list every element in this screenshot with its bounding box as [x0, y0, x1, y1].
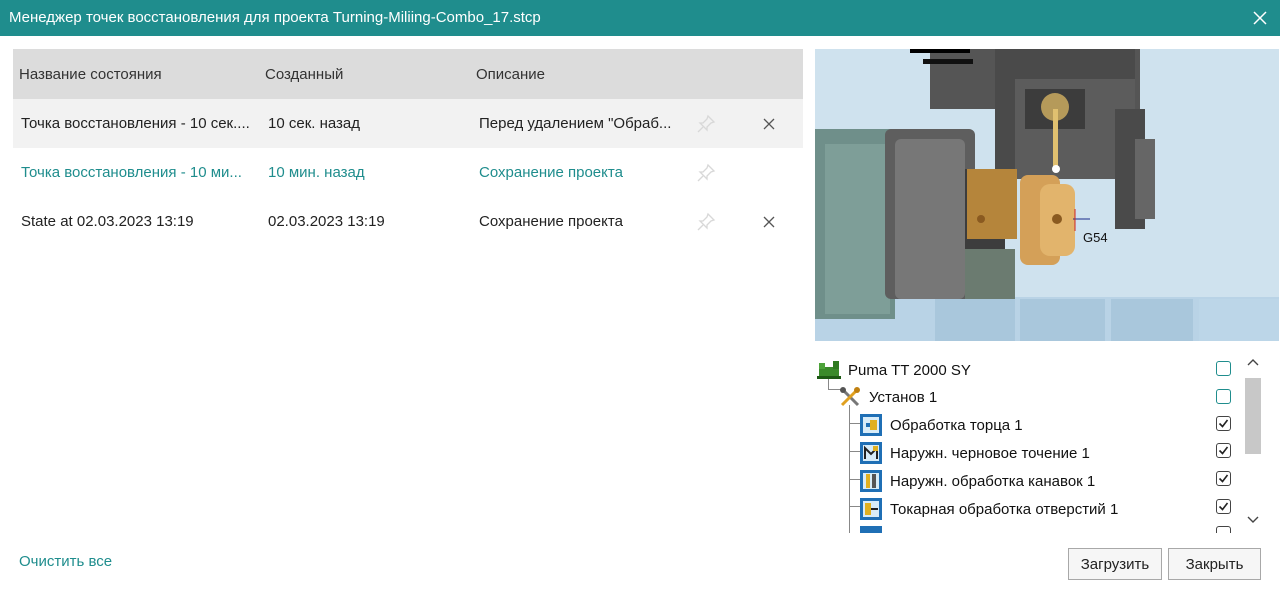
load-button[interactable]: Загрузить	[1068, 548, 1162, 580]
table-row[interactable]: Точка восстановления - 10 ми... 10 мин. …	[13, 148, 803, 197]
row-created: 10 сек. назад	[268, 115, 361, 132]
grooving-icon	[860, 470, 882, 492]
pin-icon[interactable]	[695, 162, 717, 184]
operation-checkbox[interactable]	[1216, 471, 1231, 486]
delete-icon[interactable]	[763, 118, 775, 130]
column-header-description[interactable]: Описание	[476, 66, 545, 83]
scroll-down-icon[interactable]	[1246, 514, 1260, 526]
facing-operation-icon	[860, 414, 882, 436]
close-button[interactable]: Закрыть	[1168, 548, 1261, 580]
tree-item-setup[interactable]: Установ 1	[838, 385, 937, 409]
delete-icon[interactable]	[763, 216, 775, 228]
row-description: Сохранение проекта	[479, 213, 623, 230]
pin-icon[interactable]	[695, 113, 717, 135]
table-row[interactable]: State at 02.03.2023 13:19 02.03.2023 13:…	[13, 197, 803, 246]
machine-checkbox[interactable]	[1216, 361, 1231, 376]
machine-icon	[817, 361, 841, 379]
tree-item-label: Токарная обработка отверстий 1	[890, 500, 1119, 518]
title-bar: Менеджер точек восстановления для проект…	[0, 0, 1280, 36]
tree-item-operation[interactable]: Токарная обработка отверстий 1	[859, 497, 1118, 521]
tree-item-label: Наружн. черновое точение 1	[890, 444, 1090, 462]
setup-checkbox[interactable]	[1216, 389, 1231, 404]
row-description: Сохранение проекта	[479, 164, 623, 181]
tree-item-operation[interactable]: Наружн. обработка канавок 1	[859, 469, 1095, 493]
pin-icon[interactable]	[695, 211, 717, 233]
tree-item-machine[interactable]: Puma TT 2000 SY	[817, 358, 971, 382]
tree-item-label: Puma TT 2000 SY	[848, 361, 971, 379]
table-row[interactable]: Точка восстановления - 10 сек.... 10 сек…	[13, 99, 803, 148]
row-name: State at 02.03.2023 13:19	[21, 213, 194, 230]
scroll-thumb[interactable]	[1245, 378, 1261, 454]
coordinate-system-label: G54	[1083, 230, 1108, 245]
state-preview-image: G54	[815, 49, 1279, 341]
tree-item-label: Наружн. обработка канавок 1	[890, 472, 1096, 490]
row-name: Точка восстановления - 10 ми...	[21, 164, 242, 181]
column-header-name[interactable]: Название состояния	[19, 66, 162, 83]
scroll-up-icon[interactable]	[1246, 356, 1260, 368]
tree-item-operation-partial[interactable]	[859, 525, 890, 533]
tree-item-label: Обработка торца 1	[890, 416, 1023, 434]
rough-turning-icon	[860, 442, 882, 464]
clear-all-link[interactable]: Очистить все	[19, 553, 112, 570]
tree-item-operation[interactable]: Обработка торца 1	[859, 413, 1023, 437]
setup-tools-icon	[840, 387, 860, 407]
row-created: 10 мин. назад	[268, 164, 365, 181]
tree-scrollbar[interactable]	[1243, 356, 1263, 528]
row-name: Точка восстановления - 10 сек....	[21, 115, 250, 132]
window-title: Менеджер точек восстановления для проект…	[9, 9, 541, 26]
operation-checkbox[interactable]	[1216, 443, 1231, 458]
close-icon[interactable]	[1252, 10, 1268, 26]
restore-points-table: Название состояния Созданный Описание То…	[13, 49, 803, 246]
hole-turning-icon	[860, 498, 882, 520]
table-header: Название состояния Созданный Описание	[13, 49, 803, 99]
row-description: Перед удалением "Обраб...	[479, 115, 672, 132]
operation-checkbox[interactable]	[1216, 499, 1231, 514]
operation-checkbox[interactable]	[1216, 416, 1231, 431]
tree-item-label: Установ 1	[869, 388, 938, 406]
column-header-created[interactable]: Созданный	[265, 66, 343, 83]
operation-checkbox[interactable]	[1216, 526, 1231, 533]
operation-icon	[860, 526, 882, 533]
operations-tree: Puma TT 2000 SY Установ 1 Обработка торц…	[815, 351, 1265, 533]
row-created: 02.03.2023 13:19	[268, 213, 385, 230]
tree-item-operation[interactable]: Наружн. черновое точение 1	[859, 441, 1090, 465]
